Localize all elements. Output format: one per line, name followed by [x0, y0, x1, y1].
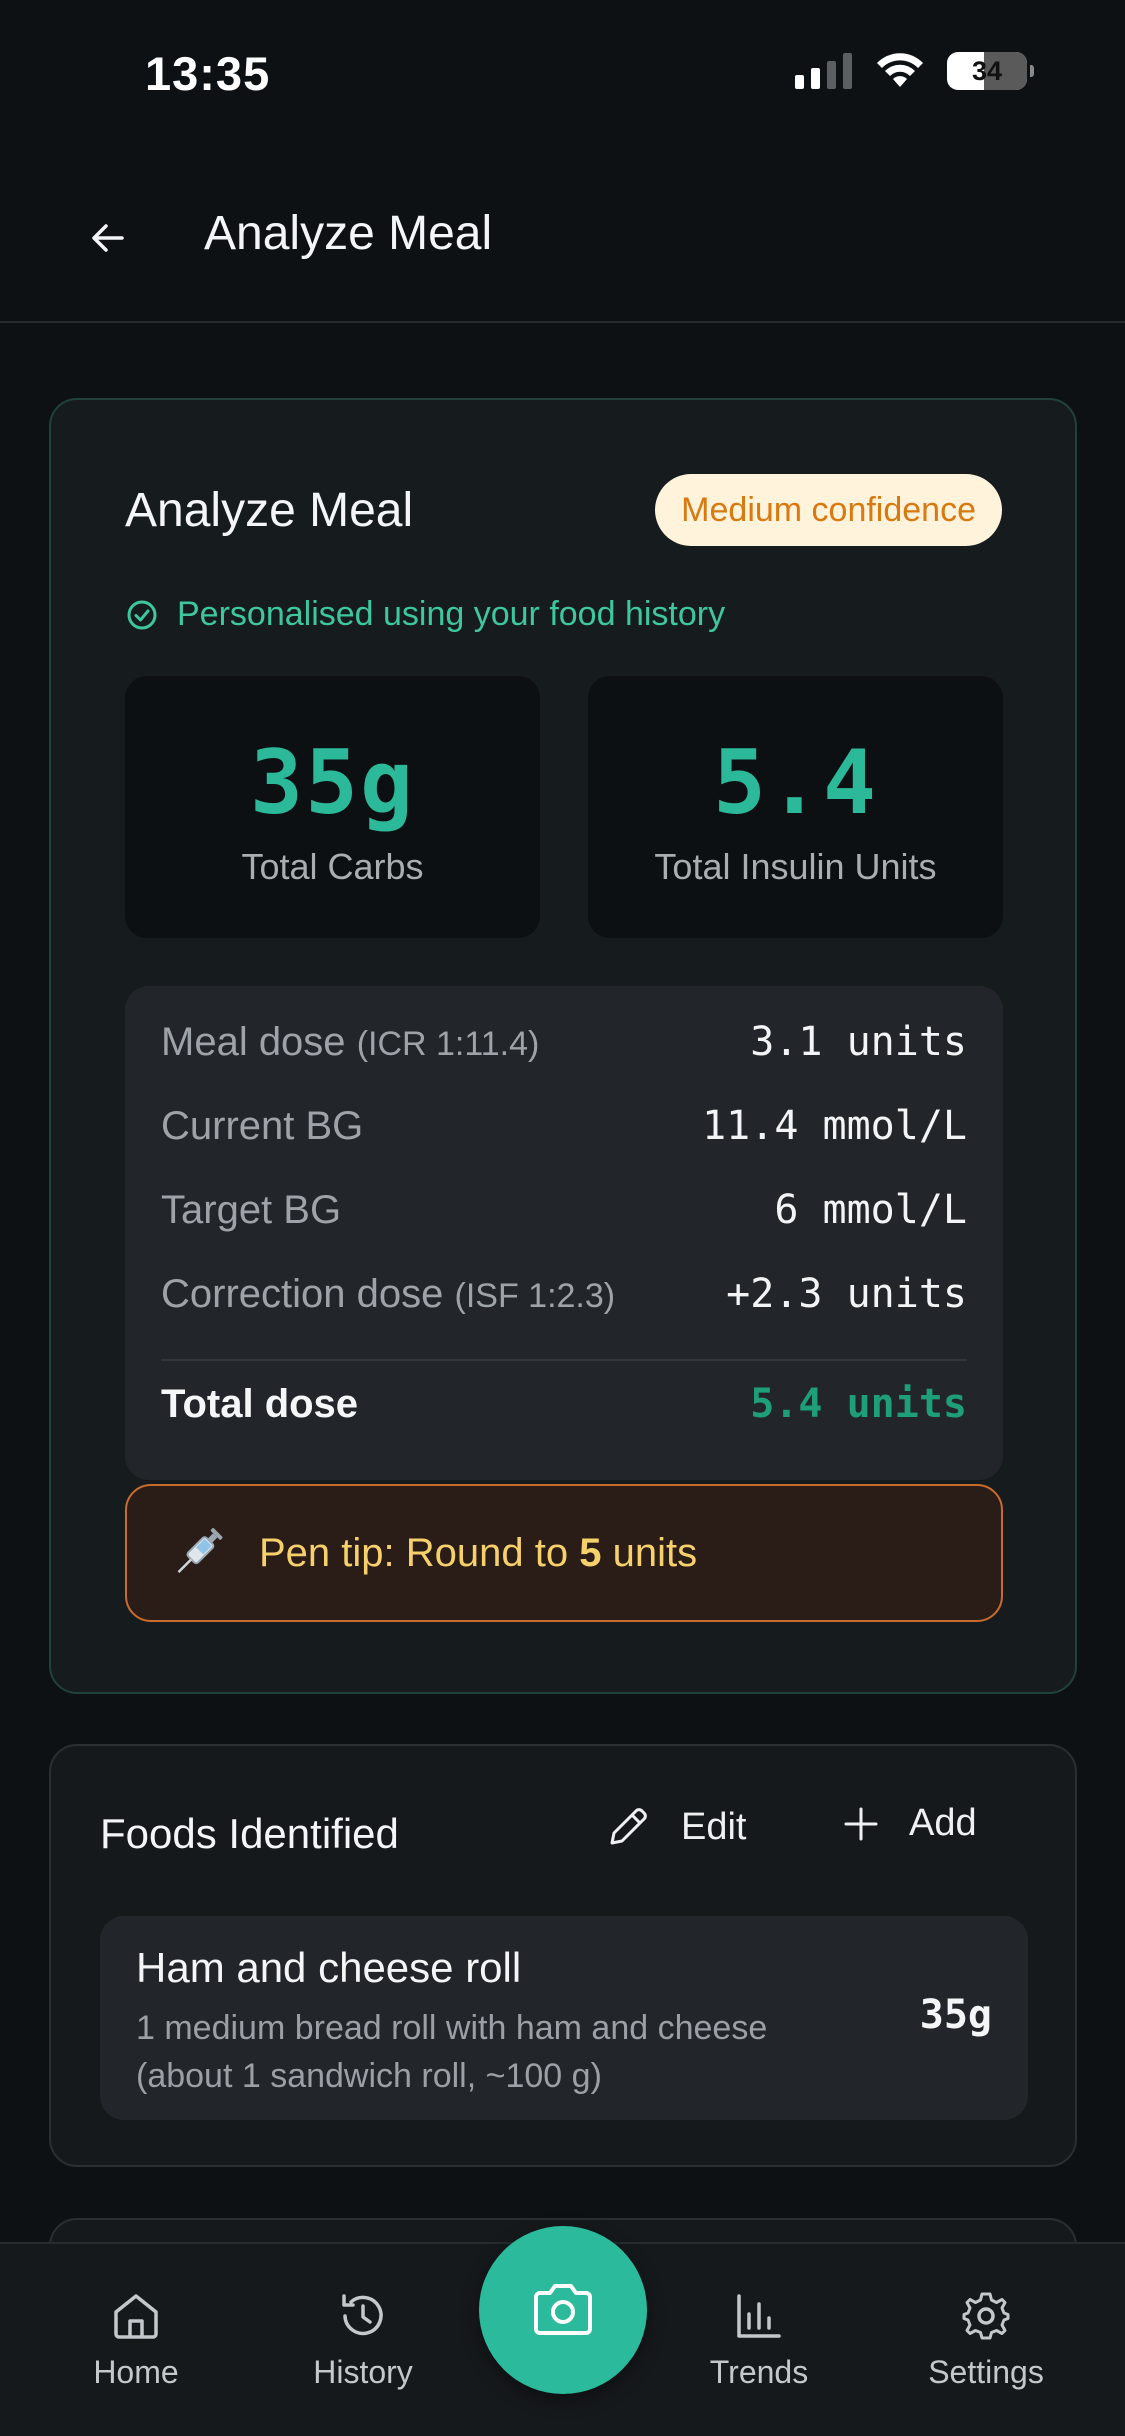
- home-icon: [114, 2294, 158, 2339]
- analysis-card: Analyze Meal Medium confidence Personali…: [49, 398, 1077, 1694]
- dose-breakdown: Meal dose (ICR 1:11.4) 3.1 units Current…: [125, 986, 1003, 1480]
- tab-history[interactable]: History: [273, 2288, 453, 2391]
- total-insulin-label: Total Insulin Units: [654, 846, 937, 887]
- current-bg-label: Current BG: [161, 1103, 364, 1148]
- tab-trends-label: Trends: [709, 2354, 809, 2390]
- meal-dose-value: 3.1 units: [750, 1019, 967, 1065]
- personalised-note: Personalised using your food history: [125, 595, 725, 634]
- food-description: 1 medium bread roll with ham and cheese …: [136, 2009, 768, 2095]
- total-insulin-tile: 5.4 Total Insulin Units: [588, 676, 1003, 938]
- battery-level: 34: [971, 55, 1003, 86]
- pen-tip-amount: 5: [579, 1530, 602, 1575]
- target-bg-row: Target BG 6 mmol/L: [161, 1180, 967, 1240]
- isf-ratio: (ISF 1:2.3): [454, 1276, 616, 1315]
- add-label: Add: [909, 1802, 977, 1844]
- meal-dose-label: Meal dose (ICR 1:11.4): [161, 1019, 540, 1064]
- personalised-note-text: Personalised using your food history: [177, 595, 726, 633]
- total-insulin-value: 5.4: [713, 731, 878, 834]
- total-dose-row: Total dose 5.4 units: [161, 1374, 967, 1434]
- camera-button[interactable]: [479, 2226, 647, 2394]
- foods-identified-card: Foods Identified Edit Add Ham and cheese…: [49, 1744, 1077, 2167]
- arrow-left-icon: [92, 224, 124, 252]
- tab-settings[interactable]: Settings: [896, 2288, 1076, 2391]
- battery-indicator: 34: [947, 52, 1034, 90]
- total-dose-label: Total dose: [161, 1381, 359, 1426]
- syringe-icon: [177, 1527, 223, 1573]
- status-time: 13:35: [145, 47, 271, 100]
- analysis-card-title: Analyze Meal: [125, 484, 414, 537]
- status-bar: 13:35 34: [0, 0, 1125, 150]
- tab-history-label: History: [313, 2354, 413, 2390]
- history-icon: [342, 2294, 383, 2336]
- correction-dose-value: +2.3 units: [726, 1271, 967, 1317]
- total-carbs-value: 35g: [250, 731, 415, 834]
- check-circle-icon: [127, 600, 157, 629]
- current-bg-row: Current BG 11.4 mmol/L: [161, 1096, 967, 1156]
- pencil-icon: [610, 1808, 647, 1845]
- meal-dose-row: Meal dose (ICR 1:11.4) 3.1 units: [161, 1012, 967, 1072]
- tab-home-label: Home: [93, 2354, 179, 2390]
- target-bg-value: 6 mmol/L: [774, 1187, 967, 1233]
- bar-chart-icon: [737, 2294, 781, 2338]
- pen-tip-banner: Pen tip: Round to 5 units: [125, 1484, 1003, 1622]
- camera-icon: [534, 2284, 592, 2335]
- total-carbs-tile: 35g Total Carbs: [125, 676, 540, 938]
- edit-label: Edit: [681, 1805, 747, 1848]
- target-bg-label: Target BG: [161, 1187, 342, 1232]
- foods-identified-title: Foods Identified: [100, 1810, 399, 1857]
- gear-icon: [962, 2292, 1010, 2340]
- app-header: Analyze Meal: [0, 150, 1125, 323]
- tab-home[interactable]: Home: [46, 2288, 226, 2391]
- back-button[interactable]: [80, 210, 136, 266]
- status-icons: 34: [795, 52, 1034, 90]
- page-title: Analyze Meal: [204, 207, 493, 260]
- cellular-signal-icon: [795, 53, 852, 89]
- wifi-icon: [877, 53, 923, 87]
- food-item[interactable]: Ham and cheese roll 1 medium bread roll …: [100, 1916, 1028, 2120]
- pen-tip-text: Pen tip: Round to 5 units: [259, 1530, 698, 1575]
- tab-settings-label: Settings: [928, 2354, 1044, 2390]
- food-name: Ham and cheese roll: [136, 1944, 522, 1991]
- current-bg-value: 11.4 mmol/L: [702, 1103, 967, 1149]
- icr-ratio: (ICR 1:11.4): [356, 1024, 540, 1063]
- dose-divider: [161, 1359, 967, 1361]
- add-food-button[interactable]: Add: [841, 1802, 977, 1845]
- edit-foods-button[interactable]: Edit: [603, 1802, 746, 1852]
- food-carbs: 35g: [919, 1992, 992, 2038]
- confidence-badge: Medium confidence: [655, 474, 1002, 546]
- plus-icon: [844, 1807, 878, 1840]
- total-dose-value: 5.4 units: [750, 1381, 967, 1427]
- total-carbs-label: Total Carbs: [241, 846, 424, 887]
- correction-dose-label: Correction dose (ISF 1:2.3): [161, 1271, 616, 1316]
- tab-trends[interactable]: Trends: [669, 2288, 849, 2391]
- correction-dose-row: Correction dose (ISF 1:2.3) +2.3 units: [161, 1264, 967, 1324]
